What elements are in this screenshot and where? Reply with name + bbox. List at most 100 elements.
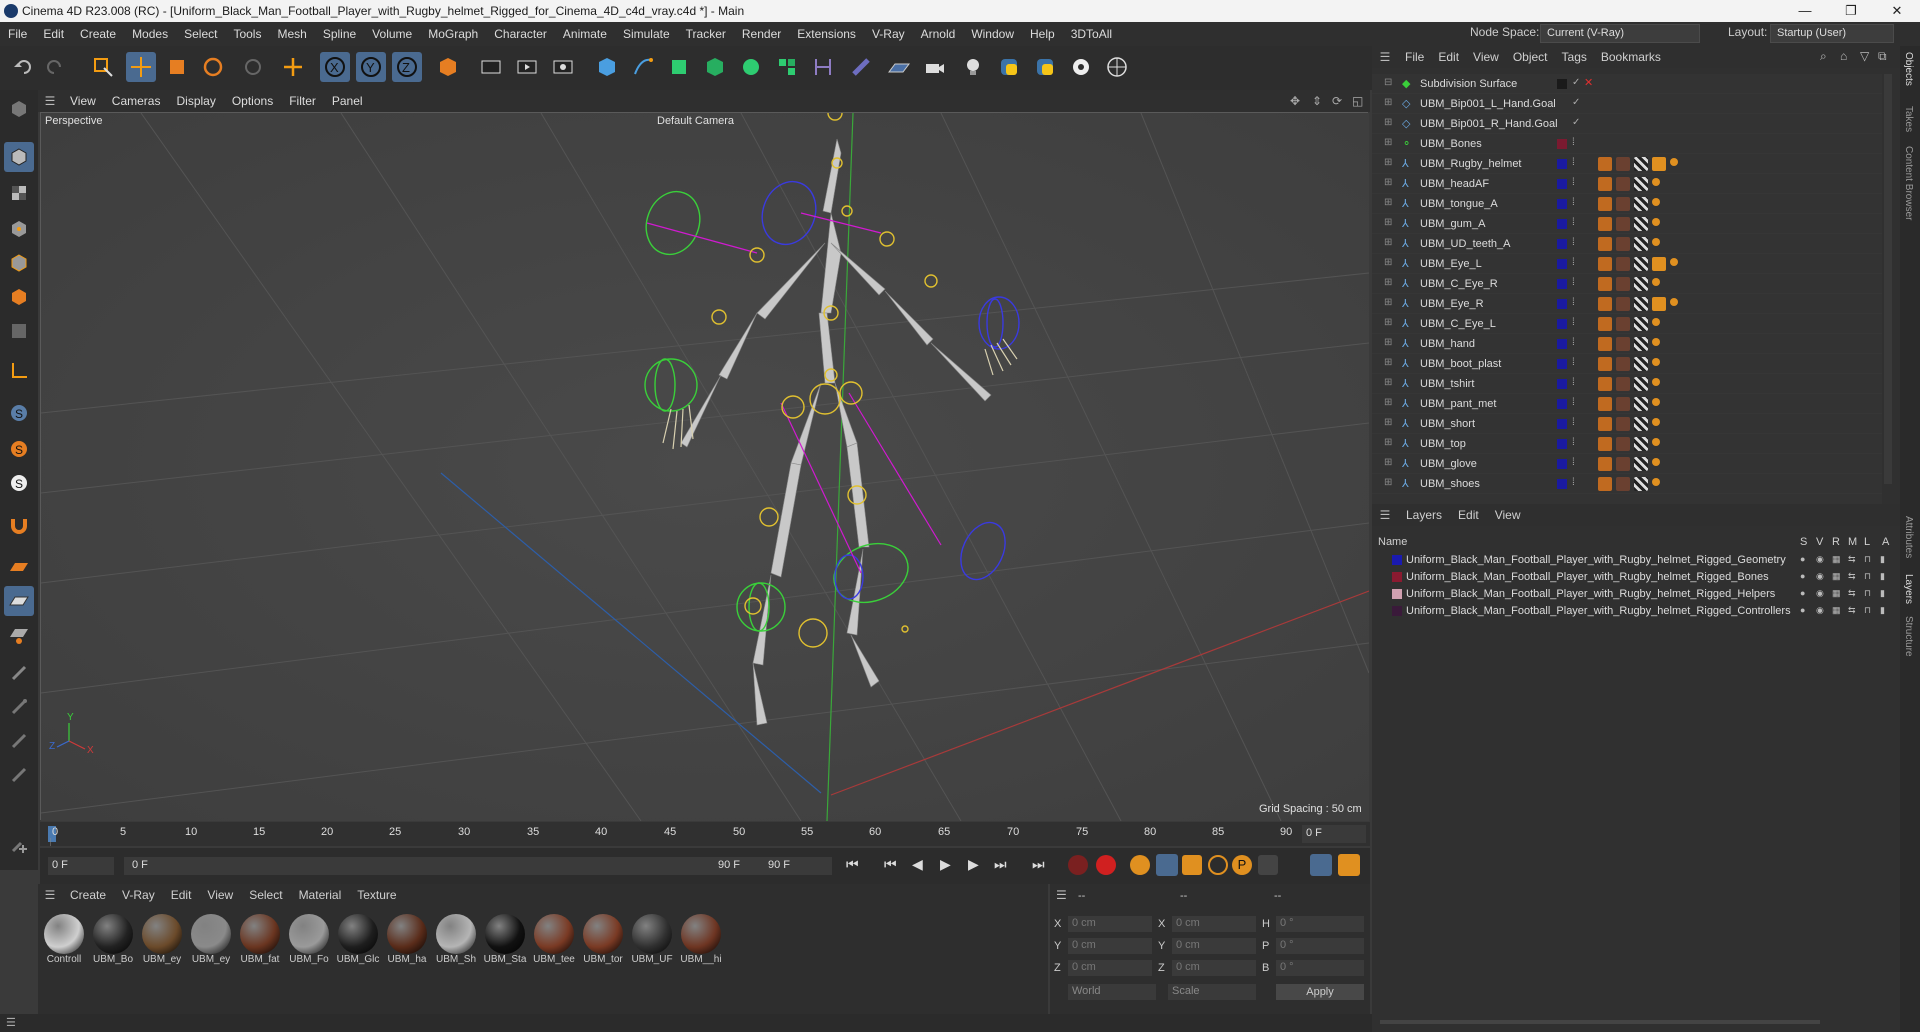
layers-col-a[interactable]: A: [1882, 536, 1889, 548]
uvw-tag-icon[interactable]: [1634, 177, 1648, 191]
material-tag-icon[interactable]: [1616, 397, 1630, 411]
uvw-tag-icon[interactable]: [1634, 437, 1648, 451]
object-row[interactable]: ⊞ ⅄ UBM_headAF ⁞: [1372, 174, 1882, 194]
eye-icon[interactable]: ◉: [1816, 605, 1824, 616]
visibility-toggle-icon[interactable]: ✓: [1572, 117, 1580, 128]
menu-modes[interactable]: Modes: [124, 27, 176, 41]
timeline-window-icon[interactable]: [1310, 854, 1332, 876]
settings-gear-icon[interactable]: [1066, 52, 1096, 82]
layer-name[interactable]: Uniform_Black_Man_Football_Player_with_R…: [1406, 605, 1791, 617]
phong-tag-icon[interactable]: [1598, 277, 1612, 291]
paint-tool-icon[interactable]: [4, 658, 34, 688]
uvw-tag-icon[interactable]: [1634, 197, 1648, 211]
camera-icon[interactable]: [920, 52, 950, 82]
filter-icon[interactable]: ▽: [1860, 49, 1869, 63]
skin-tag-icon[interactable]: [1652, 338, 1660, 346]
layer-color-swatch[interactable]: [1557, 279, 1567, 289]
animation-icon[interactable]: ▮: [1880, 605, 1885, 616]
layer-color-swatch[interactable]: [1557, 199, 1567, 209]
default-camera-label[interactable]: Default Camera: [657, 115, 734, 127]
material-swatch[interactable]: UBM_tor: [581, 912, 625, 972]
expand-toggle-icon[interactable]: ⊞: [1384, 477, 1392, 488]
layer-color-swatch[interactable]: [1557, 219, 1567, 229]
solo-dot-icon[interactable]: ●: [1800, 588, 1805, 598]
object-row[interactable]: ⊞ ⅄ UBM_top ⁞: [1372, 434, 1882, 454]
visibility-toggle-icon[interactable]: ⁞: [1572, 457, 1575, 468]
layers-col-s[interactable]: S: [1800, 536, 1807, 548]
maximize-button[interactable]: ❐: [1828, 0, 1874, 22]
menu-mesh[interactable]: Mesh: [269, 27, 314, 41]
visibility-toggle-icon[interactable]: ⁞: [1572, 257, 1575, 268]
field-icon[interactable]: [846, 52, 876, 82]
side-tab-content-browser[interactable]: Content Browser: [1903, 146, 1914, 220]
layer-color-swatch[interactable]: [1557, 399, 1567, 409]
visibility-toggle-icon[interactable]: ⁞: [1572, 217, 1575, 228]
move-tool-icon[interactable]: [126, 52, 156, 82]
z-axis-lock-icon[interactable]: Z: [392, 52, 422, 82]
zoom-view-icon[interactable]: ⇕: [1312, 94, 1322, 108]
skin-tag-icon[interactable]: [1670, 158, 1678, 166]
object-row[interactable]: ⊞ ⅄ UBM_tongue_A ⁞: [1372, 194, 1882, 214]
coord-size-x-field[interactable]: 0 cm: [1172, 916, 1256, 932]
viewport-menu-panel[interactable]: Panel: [324, 94, 371, 108]
object-menu-bookmarks[interactable]: Bookmarks: [1594, 50, 1668, 64]
magnet-icon[interactable]: [4, 510, 34, 540]
object-name[interactable]: UBM_tshirt: [1420, 378, 1474, 390]
visibility-toggle-icon[interactable]: ⁞: [1572, 477, 1575, 488]
expand-toggle-icon[interactable]: ⊞: [1384, 117, 1392, 128]
viewport-menu-filter[interactable]: Filter: [281, 94, 324, 108]
python-script-icon[interactable]: [994, 52, 1024, 82]
menu-create[interactable]: Create: [72, 27, 124, 41]
locked-workplane-icon[interactable]: [4, 620, 34, 650]
material-tag-icon[interactable]: [1616, 357, 1630, 371]
layer-color-swatch[interactable]: [1392, 606, 1402, 616]
skin-tag-icon[interactable]: [1652, 278, 1660, 286]
menu-vray[interactable]: V-Ray: [864, 27, 913, 41]
frame-range-slider[interactable]: 0 F: [124, 857, 784, 875]
polygons-mode-icon[interactable]: [4, 282, 34, 312]
layer-color-swatch[interactable]: [1557, 379, 1567, 389]
disabled-icon[interactable]: ✕: [1584, 76, 1593, 89]
position-key-icon[interactable]: [1156, 854, 1178, 876]
eye-icon[interactable]: ◉: [1816, 588, 1824, 599]
coord-menu-icon[interactable]: ☰: [1056, 888, 1067, 902]
uvw-tag-icon[interactable]: [1634, 337, 1648, 351]
object-name[interactable]: UBM_boot_plast: [1420, 358, 1501, 370]
material-swatch[interactable]: UBM_ey: [140, 912, 184, 972]
object-name[interactable]: UBM_top: [1420, 438, 1466, 450]
layers-col-r[interactable]: R: [1832, 536, 1840, 548]
menu-simulate[interactable]: Simulate: [615, 27, 678, 41]
menu-arnold[interactable]: Arnold: [913, 27, 964, 41]
visibility-toggle-icon[interactable]: ✓: [1572, 97, 1580, 108]
pen-spline-icon[interactable]: [628, 52, 658, 82]
material-tag-icon[interactable]: [1616, 177, 1630, 191]
weight-tag-icon[interactable]: [1652, 157, 1666, 171]
ik-tool-icon[interactable]: [4, 726, 34, 756]
phong-tag-icon[interactable]: [1598, 377, 1612, 391]
object-name[interactable]: UBM_hand: [1420, 338, 1475, 350]
phong-tag-icon[interactable]: [1598, 397, 1612, 411]
object-row[interactable]: ⊞ ⅄ UBM_pant_met ⁞: [1372, 394, 1882, 414]
viewport-menu-icon[interactable]: ☰: [38, 94, 62, 108]
object-row[interactable]: ⊞ ◇ UBM_Bip001_R_Hand.Goal ✓: [1372, 114, 1882, 134]
menu-select[interactable]: Select: [176, 27, 225, 41]
expand-toggle-icon[interactable]: ⊞: [1384, 457, 1392, 468]
coord-rot-b-field[interactable]: 0 °: [1276, 960, 1364, 976]
material-swatch[interactable]: UBM_ey: [189, 912, 233, 972]
eye-icon[interactable]: ◉: [1816, 571, 1824, 582]
layers-col-l[interactable]: L: [1864, 536, 1870, 548]
expand-toggle-icon[interactable]: ⊞: [1384, 237, 1392, 248]
object-name[interactable]: UBM_Eye_R: [1420, 298, 1484, 310]
skin-tag-icon[interactable]: [1652, 198, 1660, 206]
expand-toggle-icon[interactable]: ⊞: [1384, 377, 1392, 388]
material-swatch[interactable]: UBM_Sh: [434, 912, 478, 972]
material-swatch[interactable]: UBM__hi: [679, 912, 723, 972]
object-name[interactable]: UBM_Bip001_L_Hand.Goal: [1420, 98, 1556, 110]
play-icon[interactable]: ▶: [940, 856, 951, 873]
render-settings-icon[interactable]: [548, 52, 578, 82]
menu-file[interactable]: File: [0, 27, 35, 41]
visibility-toggle-icon[interactable]: ⁞: [1572, 297, 1575, 308]
rotate-tool-icon[interactable]: [198, 52, 228, 82]
start-frame-field[interactable]: 0 F: [48, 857, 114, 875]
visibility-toggle-icon[interactable]: ⁞: [1572, 157, 1575, 168]
